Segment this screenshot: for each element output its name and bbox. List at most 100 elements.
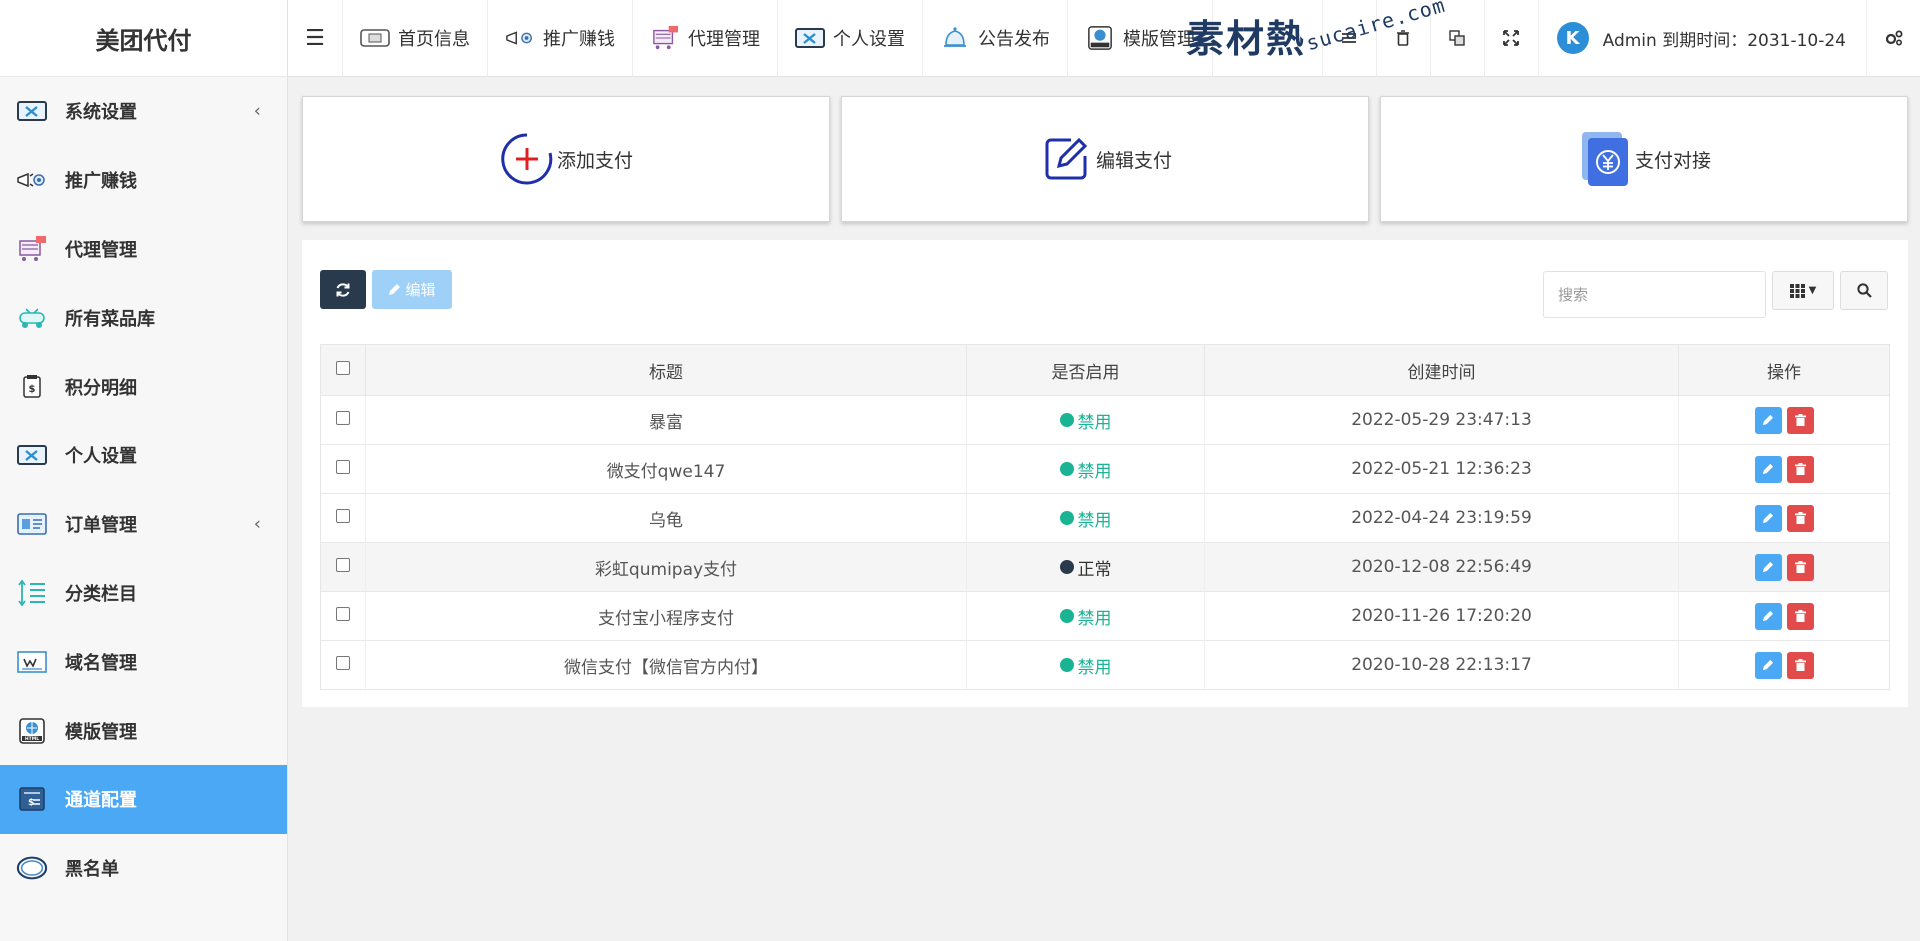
row-checkbox[interactable] — [336, 607, 350, 621]
payment-channel-panel: 编辑 ▼ 标题 是否启用 创建时间 操作 暴富 禁用 2022-05-29 23… — [302, 240, 1908, 707]
trash-icon[interactable] — [1375, 0, 1430, 76]
table-row: 彩虹qumipay支付 正常 2020-12-08 22:56:49 — [320, 542, 1890, 592]
refresh-button[interactable] — [320, 270, 366, 309]
row-checkbox[interactable] — [336, 558, 350, 572]
row-checkbox[interactable] — [336, 656, 350, 670]
sidebar-item-promotion[interactable]: 推广赚钱 — [0, 146, 287, 215]
status-text: 禁用 — [1077, 412, 1112, 433]
brand-logo-text: 美团代付 — [0, 0, 287, 77]
payment-integration-card[interactable]: 支付对接 — [1380, 96, 1908, 222]
status-text: 禁用 — [1077, 657, 1112, 678]
domain-icon — [16, 646, 48, 678]
megaphone-icon — [505, 26, 535, 50]
search-area: ▼ — [1543, 271, 1888, 318]
sidebar-item-blacklist[interactable]: 黑名单 — [0, 834, 287, 903]
top-nav-label: 代理管理 — [688, 29, 760, 50]
top-nav-promotion[interactable]: 推广赚钱 — [488, 0, 633, 76]
gears-icon[interactable] — [1866, 0, 1920, 76]
sidebar-item-points-detail[interactable]: $ 积分明细 — [0, 352, 287, 421]
refresh-icon — [336, 282, 350, 297]
top-right-tools: K Admin 到期时间：2031-10-24 — [1321, 0, 1920, 76]
add-payment-card[interactable]: 添加支付 — [302, 96, 830, 222]
sidebar-item-template-management[interactable]: HTML 模版管理 — [0, 696, 287, 765]
points-icon: $ — [16, 371, 48, 403]
table-row: 暴富 禁用 2022-05-29 23:47:13 — [320, 395, 1890, 445]
row-delete-button[interactable] — [1786, 651, 1814, 679]
pencil-icon — [1762, 561, 1774, 573]
grid-icon — [1789, 283, 1805, 298]
row-edit-button[interactable] — [1754, 553, 1782, 581]
column-header-created[interactable]: 创建时间 — [1204, 344, 1679, 396]
row-checkbox[interactable] — [336, 460, 350, 474]
row-delete-button[interactable] — [1786, 455, 1814, 483]
top-nav-agent-management[interactable]: 代理管理 — [633, 0, 778, 76]
svg-text:HTML: HTML — [25, 736, 39, 742]
search-button[interactable] — [1840, 271, 1888, 310]
channel-config-icon: $ — [16, 783, 48, 815]
sidebar-item-channel-config[interactable]: $ 通道配置 — [0, 764, 287, 834]
sidebar-item-label: 黑名单 — [65, 859, 119, 881]
sidebar-item-domain-management[interactable]: 域名管理 — [0, 627, 287, 696]
sidebar-item-dish-library[interactable]: 所有菜品库 — [0, 283, 287, 352]
row-actions — [1754, 602, 1814, 630]
row-edit-button[interactable] — [1754, 504, 1782, 532]
row-delete-button[interactable] — [1786, 602, 1814, 630]
edit-square-icon — [1038, 131, 1094, 187]
blacklist-icon — [16, 852, 48, 884]
top-nav-home-info[interactable]: 首页信息 — [343, 0, 488, 76]
menu-toggle-icon[interactable]: ☰ — [288, 0, 343, 76]
category-icon — [16, 577, 48, 609]
row-edit-button[interactable] — [1754, 455, 1782, 483]
megaphone-icon — [16, 164, 48, 196]
trash-icon — [1794, 463, 1806, 475]
top-nav-label: 推广赚钱 — [543, 29, 615, 50]
row-checkbox[interactable] — [336, 509, 350, 523]
sidebar-item-system-settings[interactable]: 系统设置 ‹ — [0, 77, 287, 146]
row-actions — [1754, 504, 1814, 532]
search-input[interactable] — [1543, 271, 1766, 318]
row-title: 微信支付【微信官方内付】 — [365, 640, 967, 690]
row-title: 微支付qwe147 — [365, 444, 967, 494]
table-row: 微支付qwe147 禁用 2022-05-21 12:36:23 — [320, 444, 1890, 494]
select-all-checkbox[interactable] — [336, 361, 350, 375]
columns-toggle-button[interactable]: ▼ — [1772, 271, 1834, 310]
row-delete-button[interactable] — [1786, 553, 1814, 581]
top-nav-template-management[interactable]: 模版管理 — [1068, 0, 1213, 76]
personal-settings-icon — [795, 26, 825, 50]
fullscreen-icon[interactable] — [1483, 0, 1538, 76]
layers-icon[interactable] — [1321, 0, 1376, 76]
row-edit-button[interactable] — [1754, 602, 1782, 630]
column-header-actions: 操作 — [1678, 344, 1890, 396]
row-title: 彩虹qumipay支付 — [365, 542, 967, 592]
status-badge: 禁用 — [1059, 506, 1112, 531]
caret-down-icon: ▼ — [1808, 285, 1817, 296]
sidebar-item-agent-management[interactable]: 代理管理 — [0, 215, 287, 284]
home-info-icon — [360, 26, 390, 50]
row-actions-cell — [1678, 542, 1890, 592]
row-delete-button[interactable] — [1786, 504, 1814, 532]
sidebar: 美团代付 系统设置 ‹ 推广赚钱 代理管理 所有菜品库 $ 积分明细 个人设置 … — [0, 0, 288, 941]
sidebar-item-personal-settings[interactable]: 个人设置 — [0, 421, 287, 490]
row-edit-button[interactable] — [1754, 406, 1782, 434]
payment-channel-table: 标题 是否启用 创建时间 操作 暴富 禁用 2022-05-29 23:47:1… — [320, 344, 1890, 690]
row-select-cell — [320, 591, 366, 641]
sidebar-item-order-management[interactable]: 订单管理 ‹ — [0, 490, 287, 559]
edit-payment-card[interactable]: 编辑支付 — [841, 96, 1369, 222]
trash-icon — [1794, 512, 1806, 524]
row-delete-button[interactable] — [1786, 406, 1814, 434]
column-header-enabled[interactable]: 是否启用 — [966, 344, 1205, 396]
row-created-time: 2022-05-29 23:47:13 — [1204, 395, 1679, 445]
edit-button[interactable]: 编辑 — [372, 270, 452, 309]
pencil-icon — [389, 284, 401, 295]
user-info[interactable]: K Admin 到期时间：2031-10-24 — [1537, 0, 1866, 76]
bell-icon — [940, 26, 970, 50]
column-header-title[interactable]: 标题 — [365, 344, 967, 396]
card-label: 编辑支付 — [1095, 149, 1172, 172]
top-nav-personal-settings[interactable]: 个人设置 — [778, 0, 923, 76]
sidebar-item-category[interactable]: 分类栏目 — [0, 559, 287, 628]
top-nav-announcement[interactable]: 公告发布 — [923, 0, 1068, 76]
row-checkbox[interactable] — [336, 411, 350, 425]
translate-icon[interactable] — [1429, 0, 1484, 76]
row-status-cell: 禁用 — [966, 493, 1205, 543]
row-edit-button[interactable] — [1754, 651, 1782, 679]
